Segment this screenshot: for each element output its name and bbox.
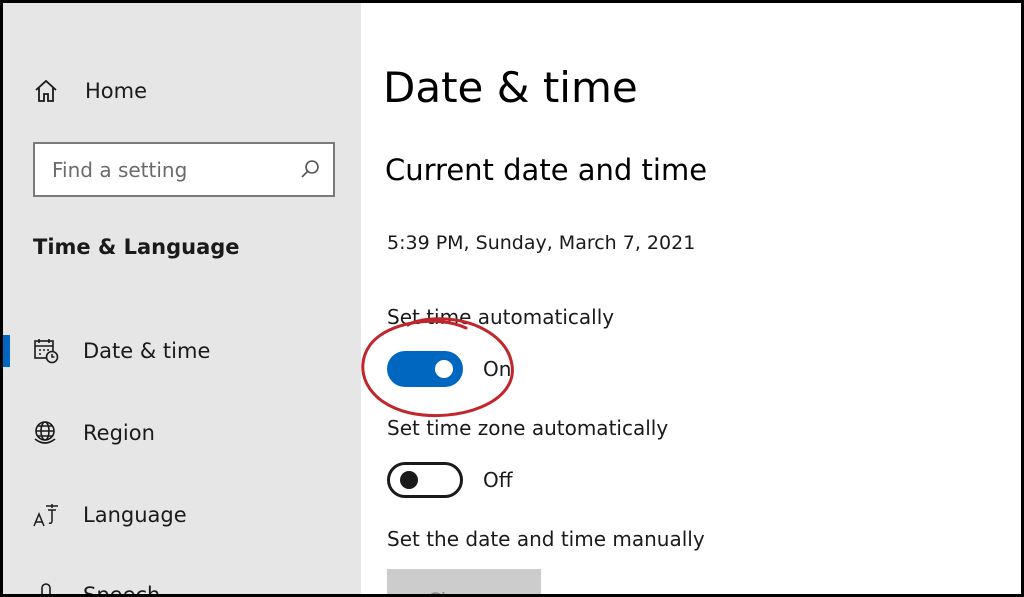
toggle-knob — [400, 471, 418, 489]
search-box[interactable] — [33, 142, 335, 197]
active-indicator — [3, 335, 10, 367]
scrollbar[interactable] — [1021, 153, 1023, 597]
set-zone-auto-state: Off — [483, 468, 513, 492]
search-icon[interactable] — [299, 158, 321, 180]
globe-icon — [31, 418, 61, 448]
microphone-icon — [31, 580, 61, 594]
sidebar-item-language[interactable]: Language — [3, 485, 361, 545]
calendar-clock-icon — [31, 336, 61, 366]
sidebar-item-label: Date & time — [83, 339, 211, 363]
toggle-knob — [435, 360, 453, 378]
sidebar-item-label: Home — [85, 79, 148, 103]
sidebar-section-title: Time & Language — [33, 235, 240, 259]
set-zone-auto-toggle[interactable] — [387, 462, 463, 498]
set-time-auto-toggle[interactable] — [387, 351, 463, 387]
main-content: Date & time Current date and time 5:39 P… — [361, 3, 1023, 597]
language-icon — [31, 500, 61, 530]
section-title: Current date and time — [385, 153, 708, 187]
sidebar: Home Time & Language — [3, 3, 361, 597]
sidebar-item-label: Region — [83, 421, 155, 445]
sidebar-item-date-time[interactable]: Date & time — [3, 321, 361, 381]
sidebar-item-speech[interactable]: Speech — [3, 565, 361, 597]
set-time-auto-label: Set time automatically — [387, 305, 615, 329]
sidebar-item-label: Language — [83, 503, 187, 527]
current-datetime: 5:39 PM, Sunday, March 7, 2021 — [387, 232, 696, 254]
sidebar-item-region[interactable]: Region — [3, 403, 361, 463]
sidebar-item-label: Speech — [83, 583, 161, 597]
set-time-auto-state: On — [483, 357, 512, 381]
page-title: Date & time — [383, 63, 638, 112]
sidebar-item-home[interactable]: Home — [3, 61, 361, 121]
set-zone-auto-label: Set time zone automatically — [387, 416, 669, 440]
home-icon — [31, 76, 61, 106]
change-button[interactable]: Change — [387, 569, 541, 594]
search-input[interactable] — [35, 144, 295, 195]
manual-datetime-label: Set the date and time manually — [387, 527, 705, 551]
settings-window: Home Time & Language — [0, 0, 1024, 597]
